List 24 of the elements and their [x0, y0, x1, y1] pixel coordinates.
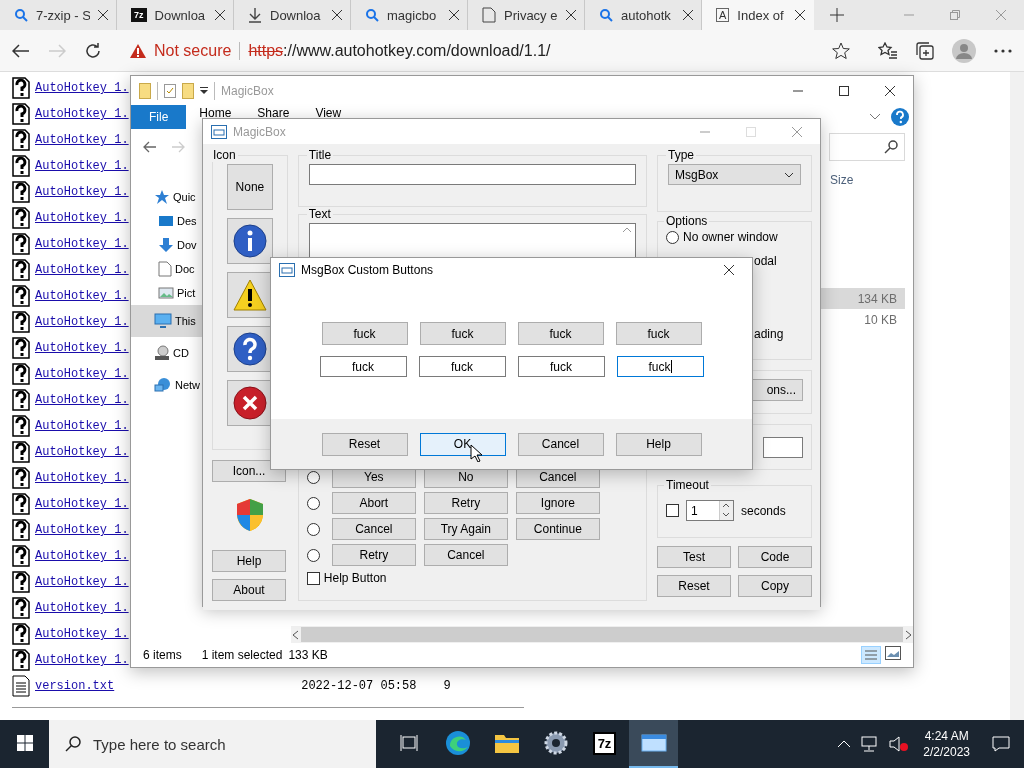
window-title: MagicBox [221, 83, 274, 98]
group-label: Type [667, 148, 695, 162]
file-date: 2022-12-07 05:58 [301, 679, 417, 693]
group-label: Options [665, 214, 709, 228]
group-label: Text [307, 207, 332, 221]
option-label: ading [754, 327, 784, 341]
url-scheme: https [248, 41, 284, 60]
url-text: ://www.autohotkey.com/download/1.1/ [283, 41, 551, 60]
option-label: odal [754, 254, 777, 268]
group-label: Title [307, 148, 333, 162]
checkbox-label: Help Button [323, 571, 387, 585]
timeout-unit: seconds [741, 503, 786, 518]
selection-size: 133 KB [288, 648, 328, 662]
selection-status: 1 item selected [201, 648, 283, 662]
security-label: Not secure [154, 41, 232, 60]
item-count: 6 items [143, 648, 182, 662]
option-label: No owner window [683, 230, 778, 244]
file-size: 9 [443, 679, 451, 693]
window-title: MagicBox [233, 124, 286, 139]
site-logo: A [716, 8, 730, 22]
app-logo: 7z [131, 8, 147, 22]
group-label: Icon [212, 148, 237, 162]
window-title: MsgBox Custom Buttons [301, 263, 434, 277]
group-label: Timeout [665, 478, 710, 492]
